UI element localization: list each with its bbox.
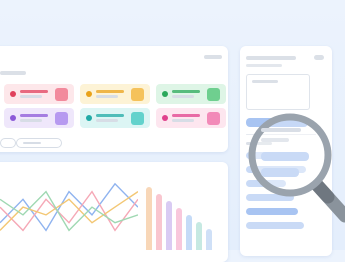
bar-chart [146, 180, 216, 250]
filter-chip-2[interactable] [16, 138, 62, 148]
card-thumbnail [131, 112, 144, 125]
card-thumbnail [207, 112, 220, 125]
line-chart [0, 182, 138, 232]
charts-panel [0, 162, 228, 262]
sidebar-title-placeholder [246, 56, 296, 60]
card-title-placeholder [20, 90, 48, 93]
sidebar-highlight-item[interactable] [246, 118, 308, 127]
sidebar-list-item-5[interactable] [246, 208, 298, 215]
status-card[interactable] [156, 84, 226, 104]
status-card[interactable] [80, 108, 150, 128]
chart-bar [146, 187, 152, 250]
status-dot-icon [86, 91, 92, 97]
card-thumbnail [207, 88, 220, 101]
card-title-placeholder [20, 114, 48, 117]
status-card[interactable] [4, 108, 74, 128]
status-dot-icon [162, 91, 168, 97]
status-dot-icon [162, 115, 168, 121]
sidebar-divider [246, 134, 316, 135]
sidebar-list-item-3[interactable] [246, 180, 286, 187]
sidebar-section-placeholder [246, 142, 272, 145]
sidebar-list-item-4[interactable] [246, 194, 294, 201]
card-thumbnail [55, 112, 68, 125]
line-series [0, 190, 138, 232]
card-subtitle-placeholder [20, 95, 42, 98]
line-series [0, 191, 138, 231]
chart-bar [176, 208, 182, 250]
panel-menu-placeholder [204, 55, 222, 59]
status-card[interactable] [156, 108, 226, 128]
card-subtitle-placeholder [20, 119, 42, 122]
card-thumbnail [55, 88, 68, 101]
filter-chip-1[interactable] [0, 138, 16, 148]
card-title-placeholder [96, 114, 124, 117]
chart-bar [166, 201, 172, 250]
chart-bar [156, 194, 162, 250]
chart-bar [186, 215, 192, 250]
sidebar-list-item-6[interactable] [246, 222, 304, 229]
sidebar-subtitle-placeholder [246, 64, 282, 67]
sidebar-textbox[interactable] [246, 74, 310, 110]
status-dot-icon [10, 115, 16, 121]
status-dot-icon [86, 115, 92, 121]
status-card[interactable] [80, 84, 150, 104]
status-dot-icon [10, 91, 16, 97]
sidebar-list-item-2[interactable] [246, 166, 306, 173]
card-subtitle-placeholder [172, 119, 194, 122]
line-series [0, 190, 138, 232]
card-title-placeholder [172, 114, 200, 117]
chart-bar [206, 229, 212, 250]
chart-bar [196, 222, 202, 250]
panel-title-placeholder [0, 71, 26, 75]
card-title-placeholder [96, 90, 124, 93]
status-card[interactable] [4, 84, 74, 104]
sidebar-list-item-1[interactable] [246, 152, 296, 159]
sidebar-panel [240, 46, 332, 256]
card-subtitle-placeholder [96, 95, 118, 98]
card-subtitle-placeholder [96, 119, 118, 122]
card-thumbnail [131, 88, 144, 101]
dashboard-panel [0, 46, 228, 152]
sidebar-icon-placeholder [314, 55, 324, 60]
card-subtitle-placeholder [172, 95, 194, 98]
card-title-placeholder [172, 90, 200, 93]
